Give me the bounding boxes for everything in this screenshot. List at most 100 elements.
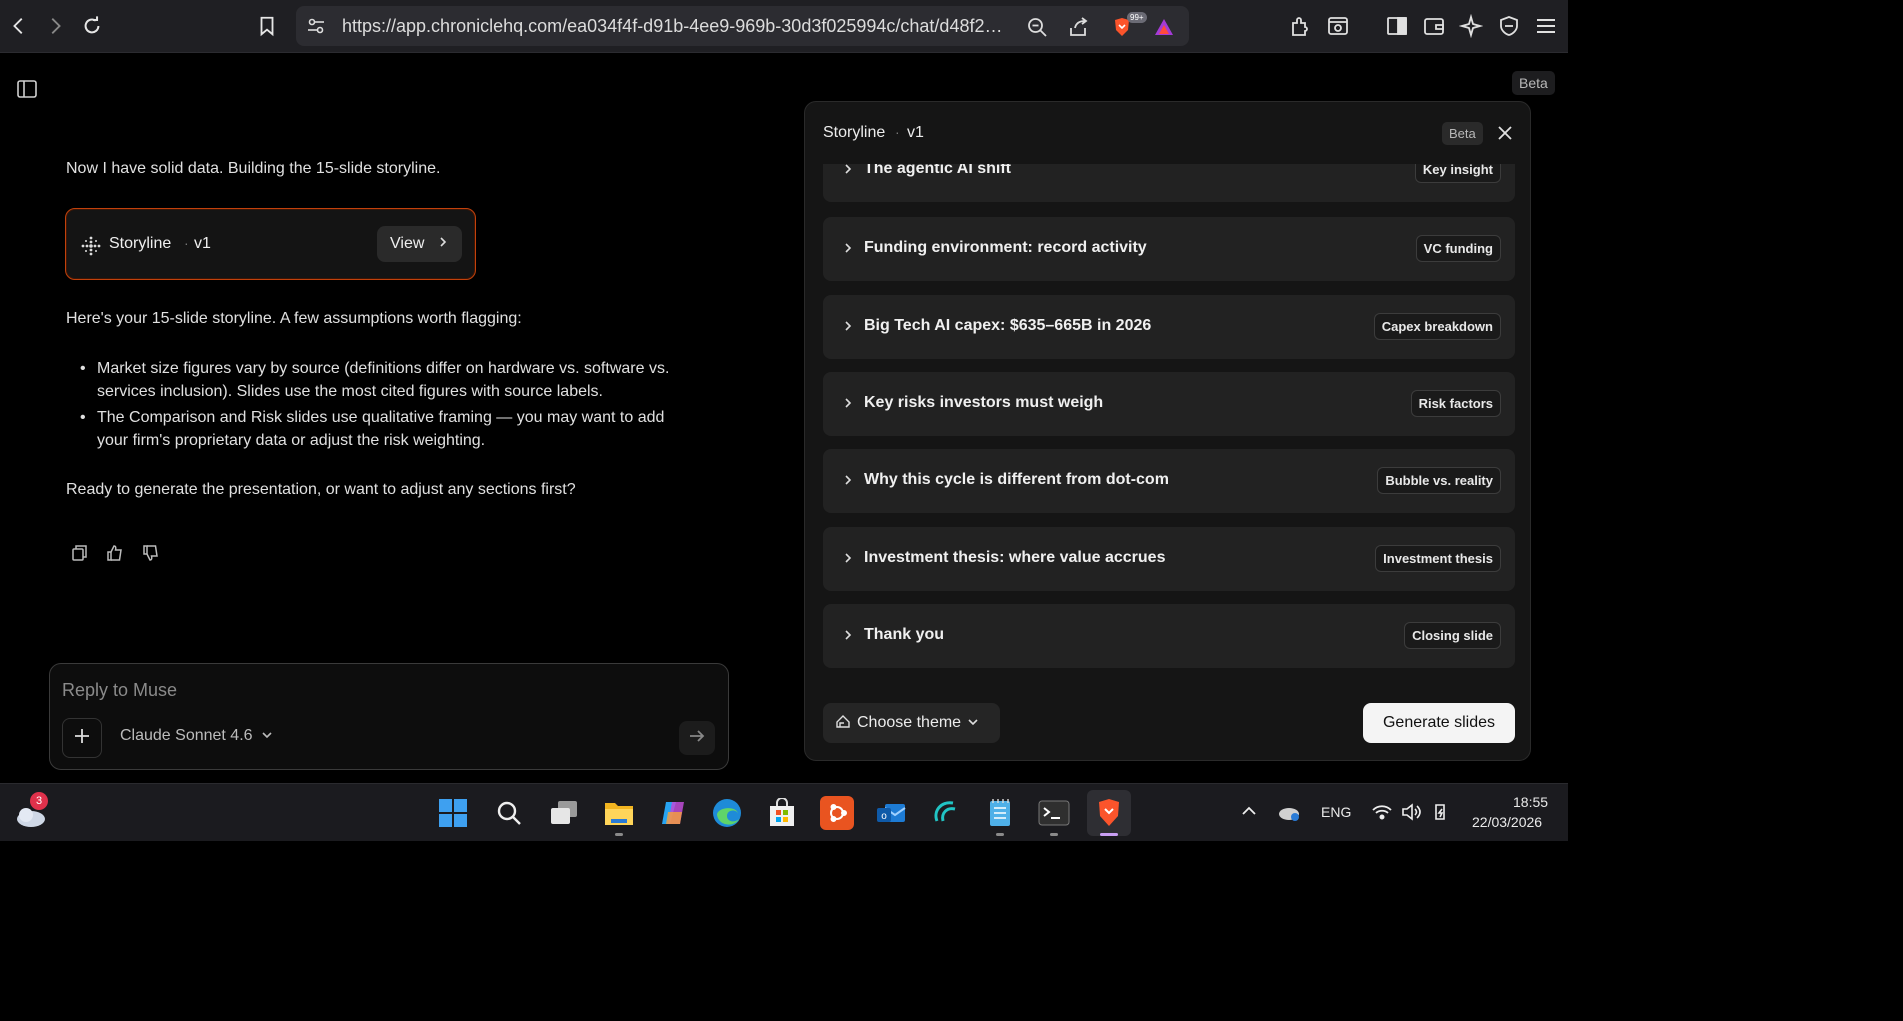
slide-row[interactable]: Key risks investors must weigh Risk fact… bbox=[823, 372, 1515, 436]
choose-theme-button[interactable]: Choose theme bbox=[823, 703, 1000, 743]
brave-badge: 99+ bbox=[1127, 12, 1147, 23]
theme-icon bbox=[835, 713, 851, 734]
slide-tag: Closing slide bbox=[1404, 622, 1501, 649]
slide-title: Thank you bbox=[864, 626, 945, 643]
bookmark-icon[interactable] bbox=[254, 13, 280, 39]
zoom-icon[interactable] bbox=[1026, 16, 1048, 38]
storyline-card-separator: · bbox=[184, 235, 189, 251]
chevron-down-icon bbox=[261, 727, 273, 745]
battery-icon[interactable] bbox=[1430, 801, 1452, 823]
sidebar-toggle-icon[interactable] bbox=[16, 79, 38, 99]
reload-icon[interactable] bbox=[79, 13, 105, 39]
panel-header: Storyline · v1 Beta bbox=[805, 102, 1530, 164]
thumbs-up-icon[interactable] bbox=[106, 544, 124, 562]
generate-slides-button[interactable]: Generate slides bbox=[1363, 703, 1515, 743]
choose-theme-label: Choose theme bbox=[857, 714, 962, 731]
storyline-card-version: v1 bbox=[194, 235, 211, 252]
clock-time[interactable]: 18:55 bbox=[1513, 794, 1548, 810]
model-name: Claude Sonnet 4.6 bbox=[120, 727, 253, 744]
brave-rewards-icon[interactable] bbox=[1153, 16, 1175, 38]
slide-tag: Bubble vs. reality bbox=[1377, 467, 1501, 494]
volume-icon[interactable] bbox=[1400, 802, 1422, 822]
storyline-panel: Storyline · v1 Beta The agentic AI shift… bbox=[804, 101, 1531, 761]
close-icon[interactable] bbox=[1495, 123, 1515, 143]
share-icon[interactable] bbox=[1068, 16, 1090, 38]
ubuntu-icon[interactable] bbox=[820, 796, 854, 830]
sidebar-icon[interactable] bbox=[1385, 14, 1409, 38]
list-item: Market size figures vary by source (defi… bbox=[80, 358, 697, 403]
reply-input[interactable]: Reply to Muse bbox=[62, 680, 177, 701]
terminal-icon[interactable] bbox=[1037, 796, 1071, 830]
onedrive-icon[interactable] bbox=[1277, 802, 1301, 822]
chevron-right-icon bbox=[841, 164, 855, 177]
menu-icon[interactable] bbox=[1534, 14, 1558, 38]
slide-list: The agentic AI shift Key insight Funding… bbox=[823, 164, 1515, 672]
chevron-right-icon bbox=[841, 318, 855, 334]
reader-mode-icon[interactable] bbox=[1326, 14, 1350, 38]
view-storyline-button[interactable]: View bbox=[377, 226, 462, 262]
slide-title: Key risks investors must weigh bbox=[864, 394, 1104, 411]
forward-icon[interactable] bbox=[42, 13, 68, 39]
chevron-down-icon bbox=[967, 714, 979, 732]
wallet-icon[interactable] bbox=[1422, 14, 1446, 38]
send-button[interactable] bbox=[679, 721, 715, 755]
slide-tag: Risk factors bbox=[1410, 390, 1501, 417]
slide-title: The agentic AI shift bbox=[864, 164, 1011, 177]
slide-row[interactable]: Funding environment: record activity VC … bbox=[823, 217, 1515, 281]
language-indicator[interactable]: ENG bbox=[1321, 804, 1351, 820]
panel-footer: Choose theme Generate slides bbox=[805, 685, 1530, 760]
slide-tag: VC funding bbox=[1415, 235, 1501, 262]
chevron-right-icon bbox=[841, 240, 855, 256]
running-indicator bbox=[615, 833, 623, 836]
address-bar[interactable]: https://app.chroniclehq.com/ea034f4f-d91… bbox=[296, 6, 1189, 46]
windows-taskbar: 3 o ENG 18:55 22/03/2026 bbox=[0, 783, 1568, 841]
search-icon[interactable] bbox=[492, 796, 526, 830]
assistant-summary: Here's your 15-slide storyline. A few as… bbox=[66, 310, 522, 327]
start-icon[interactable] bbox=[436, 796, 470, 830]
storyline-icon bbox=[80, 235, 102, 257]
chevron-up-icon[interactable] bbox=[1240, 804, 1258, 818]
slide-row[interactable]: Investment thesis: where value accrues I… bbox=[823, 527, 1515, 591]
url-text[interactable]: https://app.chroniclehq.com/ea034f4f-d91… bbox=[342, 16, 1012, 37]
browser-toolbar: https://app.chroniclehq.com/ea034f4f-d91… bbox=[0, 0, 1568, 53]
slide-row[interactable]: Thank you Closing slide bbox=[823, 604, 1515, 668]
active-indicator bbox=[1100, 833, 1118, 836]
chevron-right-icon bbox=[841, 550, 855, 566]
brave-taskbar-icon[interactable] bbox=[1087, 790, 1131, 836]
running-indicator bbox=[1050, 833, 1058, 836]
leo-ai-icon[interactable] bbox=[1458, 13, 1484, 39]
vpn-icon[interactable] bbox=[1497, 14, 1521, 38]
microsoft-store-icon[interactable] bbox=[765, 796, 799, 830]
svg-text:o: o bbox=[881, 811, 887, 822]
slide-row[interactable]: The agentic AI shift Key insight bbox=[823, 164, 1515, 202]
clock-date[interactable]: 22/03/2026 bbox=[1472, 814, 1542, 830]
storyline-artifact-card[interactable]: Storyline · v1 View bbox=[65, 208, 476, 280]
edge-icon[interactable] bbox=[710, 796, 744, 830]
plus-icon bbox=[73, 724, 91, 752]
notepad-icon[interactable] bbox=[983, 796, 1017, 830]
app-wave-icon[interactable] bbox=[928, 796, 962, 830]
model-selector[interactable]: Claude Sonnet 4.6 bbox=[120, 727, 273, 745]
task-view-icon[interactable] bbox=[547, 796, 581, 830]
wifi-icon[interactable] bbox=[1371, 802, 1393, 822]
outlook-icon[interactable]: o bbox=[874, 796, 908, 830]
assistant-intro: Now I have solid data. Building the 15-s… bbox=[66, 160, 441, 177]
storyline-card-title: Storyline bbox=[109, 235, 172, 252]
slide-tag: Key insight bbox=[1414, 164, 1501, 183]
file-explorer-icon[interactable] bbox=[602, 796, 636, 830]
reply-composer[interactable]: Reply to Muse Claude Sonnet 4.6 bbox=[49, 663, 729, 770]
back-icon[interactable] bbox=[6, 13, 32, 39]
slide-row[interactable]: Big Tech AI capex: $635–665B in 2026 Cap… bbox=[823, 295, 1515, 359]
site-settings-icon[interactable] bbox=[306, 16, 326, 36]
running-indicator bbox=[996, 833, 1004, 836]
copilot-icon[interactable] bbox=[656, 796, 690, 830]
panel-version: v1 bbox=[907, 124, 924, 141]
copy-icon[interactable] bbox=[70, 544, 88, 562]
thumbs-down-icon[interactable] bbox=[142, 544, 160, 562]
slide-title: Big Tech AI capex: $635–665B in 2026 bbox=[864, 317, 1152, 334]
slide-row[interactable]: Why this cycle is different from dot-com… bbox=[823, 449, 1515, 513]
add-attachment-button[interactable] bbox=[62, 718, 102, 758]
panel-beta-badge: Beta bbox=[1442, 122, 1483, 145]
chevron-right-icon bbox=[841, 395, 855, 411]
extensions-icon[interactable] bbox=[1289, 14, 1313, 38]
